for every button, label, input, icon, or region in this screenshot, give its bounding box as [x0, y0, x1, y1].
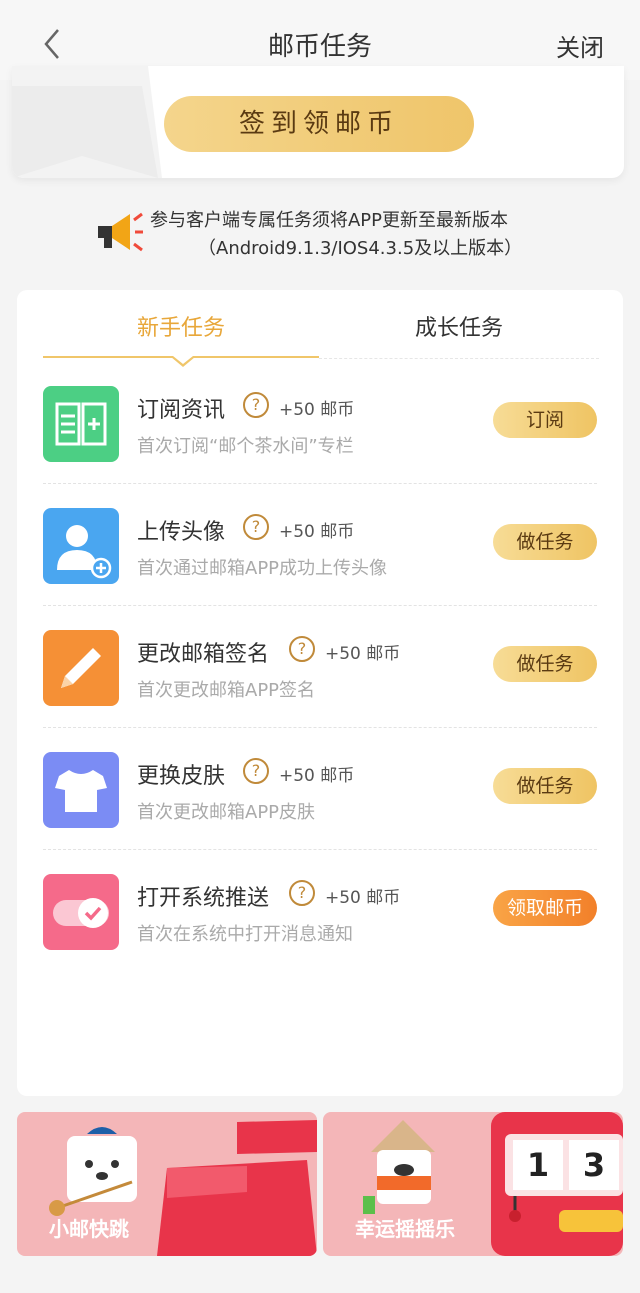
do-task-button[interactable]: 做任务 — [493, 768, 597, 804]
task-reward: +50 邮币 — [279, 766, 355, 786]
task-name: 更换皮肤 — [137, 764, 226, 789]
task-card: 新手任务 成长任务 订阅资讯 ? +50 邮币 首次订阅“邮个茶水间”专栏 订阅 — [17, 290, 623, 1096]
ribbon-decoration-icon — [12, 66, 162, 178]
task-tabs: 新手任务 成长任务 — [17, 290, 623, 367]
user-add-icon — [43, 508, 119, 584]
task-row: 更换皮肤 ? +50 邮币 首次更改邮箱APP皮肤 做任务 — [17, 728, 623, 850]
task-description: 首次订阅“邮个茶水间”专栏 — [137, 436, 354, 457]
task-reward: +50 邮币 — [325, 644, 401, 664]
task-name: 打开系统推送 — [137, 886, 270, 911]
banner-lucky-shake[interactable]: 1 3 幸运摇摇乐 — [323, 1112, 623, 1256]
banner-label: 小邮快跳 — [49, 1217, 129, 1241]
task-description: 首次通过邮箱APP成功上传头像 — [137, 558, 388, 579]
megaphone-icon — [98, 212, 143, 252]
task-row: 上传头像 ? +50 邮币 首次通过邮箱APP成功上传头像 做任务 — [17, 484, 623, 606]
book-icon — [43, 386, 119, 462]
task-row: 订阅资讯 ? +50 邮币 首次订阅“邮个茶水间”专栏 订阅 — [17, 362, 623, 484]
update-notice: 参与客户端专属任务须将APP更新至最新版本 （Android9.1.3/IOS4… — [0, 196, 640, 266]
slot-digit: 3 — [582, 1146, 606, 1184]
notice-text-line2: （Android9.1.3/IOS4.3.5及以上版本） — [198, 238, 523, 259]
help-icon[interactable]: ? — [243, 392, 269, 418]
tab-divider — [319, 358, 599, 359]
banner-jump-game[interactable]: 小邮快跳 — [17, 1112, 317, 1256]
task-description: 首次更改邮箱APP皮肤 — [137, 802, 316, 823]
task-reward: +50 邮币 — [279, 400, 355, 420]
page-title: 邮币任务 — [267, 32, 372, 62]
tshirt-icon — [43, 752, 119, 828]
notice-text-line1: 参与客户端专属任务须将APP更新至最新版本 — [150, 210, 509, 231]
do-task-button[interactable]: 做任务 — [493, 646, 597, 682]
help-icon[interactable]: ? — [289, 636, 315, 662]
task-name: 上传头像 — [137, 520, 226, 545]
toggle-check-icon — [43, 874, 119, 950]
close-button[interactable]: 关闭 — [556, 28, 604, 63]
do-task-button[interactable]: 做任务 — [493, 524, 597, 560]
task-row: 更改邮箱签名 ? +50 邮币 首次更改邮箱APP签名 做任务 — [17, 606, 623, 728]
tab-growth-tasks[interactable]: 成长任务 — [415, 310, 503, 342]
slot-digit: 1 — [526, 1146, 550, 1184]
subscribe-button[interactable]: 订阅 — [493, 402, 597, 438]
help-icon[interactable]: ? — [243, 758, 269, 784]
task-description: 首次更改邮箱APP签名 — [137, 680, 316, 701]
task-reward: +50 邮币 — [279, 522, 355, 542]
claim-coins-button[interactable]: 领取邮币 — [493, 890, 597, 926]
sign-in-card: 签到领邮币 — [12, 66, 624, 178]
sign-in-button[interactable]: 签到领邮币 — [164, 96, 474, 152]
task-name: 更改邮箱签名 — [137, 642, 270, 667]
tab-newbie-tasks[interactable]: 新手任务 — [137, 310, 225, 342]
pencil-icon — [43, 630, 119, 706]
task-description: 首次在系统中打开消息通知 — [137, 924, 353, 945]
help-icon[interactable]: ? — [243, 514, 269, 540]
task-reward: +50 邮币 — [325, 888, 401, 908]
help-icon[interactable]: ? — [289, 880, 315, 906]
task-name: 订阅资讯 — [137, 398, 226, 423]
banner-label: 幸运摇摇乐 — [355, 1217, 455, 1241]
task-row: 打开系统推送 ? +50 邮币 首次在系统中打开消息通知 领取邮币 — [17, 850, 623, 972]
